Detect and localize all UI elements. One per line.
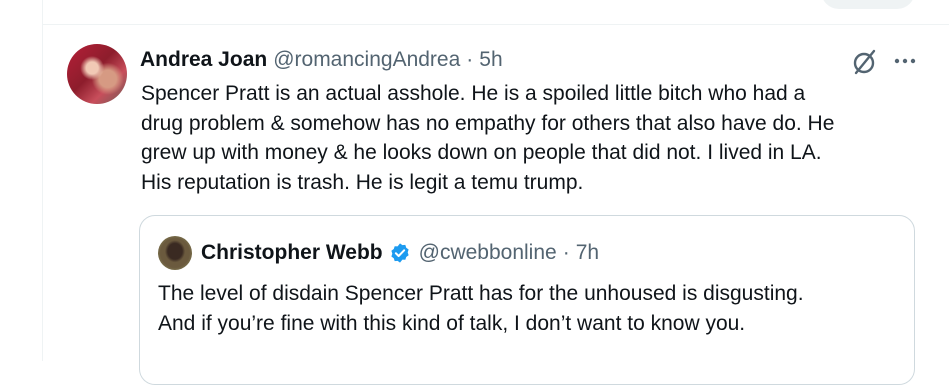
verified-badge-icon <box>391 243 409 263</box>
post-timestamp[interactable]: 5h <box>479 48 502 72</box>
post-text-line: grew up with money & he looks down on pe… <box>141 141 822 165</box>
separator-dot: · <box>562 241 570 264</box>
post-text: Spencer Pratt is an actual asshole. He i… <box>141 79 931 197</box>
post-header: Andrea Joan @romancingAndrea · 5h <box>140 43 503 77</box>
quoted-author-name: Christopher Webb <box>201 241 383 264</box>
quoted-post-header: Christopher Webb @cwebbonline · 7h <box>201 238 599 268</box>
quoted-text-line: And if you’re fine with this kind of tal… <box>158 311 746 335</box>
previous-post <box>43 0 949 25</box>
previous-post-action-button[interactable] <box>821 0 915 9</box>
quoted-text-line: The level of disdain Spencer Pratt has f… <box>158 282 804 305</box>
quoted-author-handle: @cwebbonline <box>418 241 557 264</box>
timeline-column: Andrea Joan @romancingAndrea · 5h Spence… <box>42 0 949 385</box>
post-text-line: drug problem & somehow has no empathy fo… <box>141 111 835 135</box>
avatar[interactable] <box>67 44 127 104</box>
more-options-icon[interactable] <box>892 48 918 74</box>
quoted-avatar[interactable] <box>158 236 192 270</box>
grok-icon[interactable] <box>851 48 879 76</box>
post-text-line: His reputation is trash. He is legit a t… <box>141 170 584 194</box>
author-name[interactable]: Andrea Joan <box>140 48 267 72</box>
author-handle[interactable]: @romancingAndrea <box>273 48 460 72</box>
quoted-post[interactable]: Christopher Webb @cwebbonline · 7h The l… <box>139 215 915 385</box>
quoted-post-text: The level of disdain Spencer Pratt has f… <box>158 279 898 338</box>
separator-dot: · <box>466 48 474 71</box>
quoted-post-timestamp: 7h <box>575 241 600 264</box>
post-text-line: Spencer Pratt is an actual asshole. He i… <box>141 82 806 105</box>
